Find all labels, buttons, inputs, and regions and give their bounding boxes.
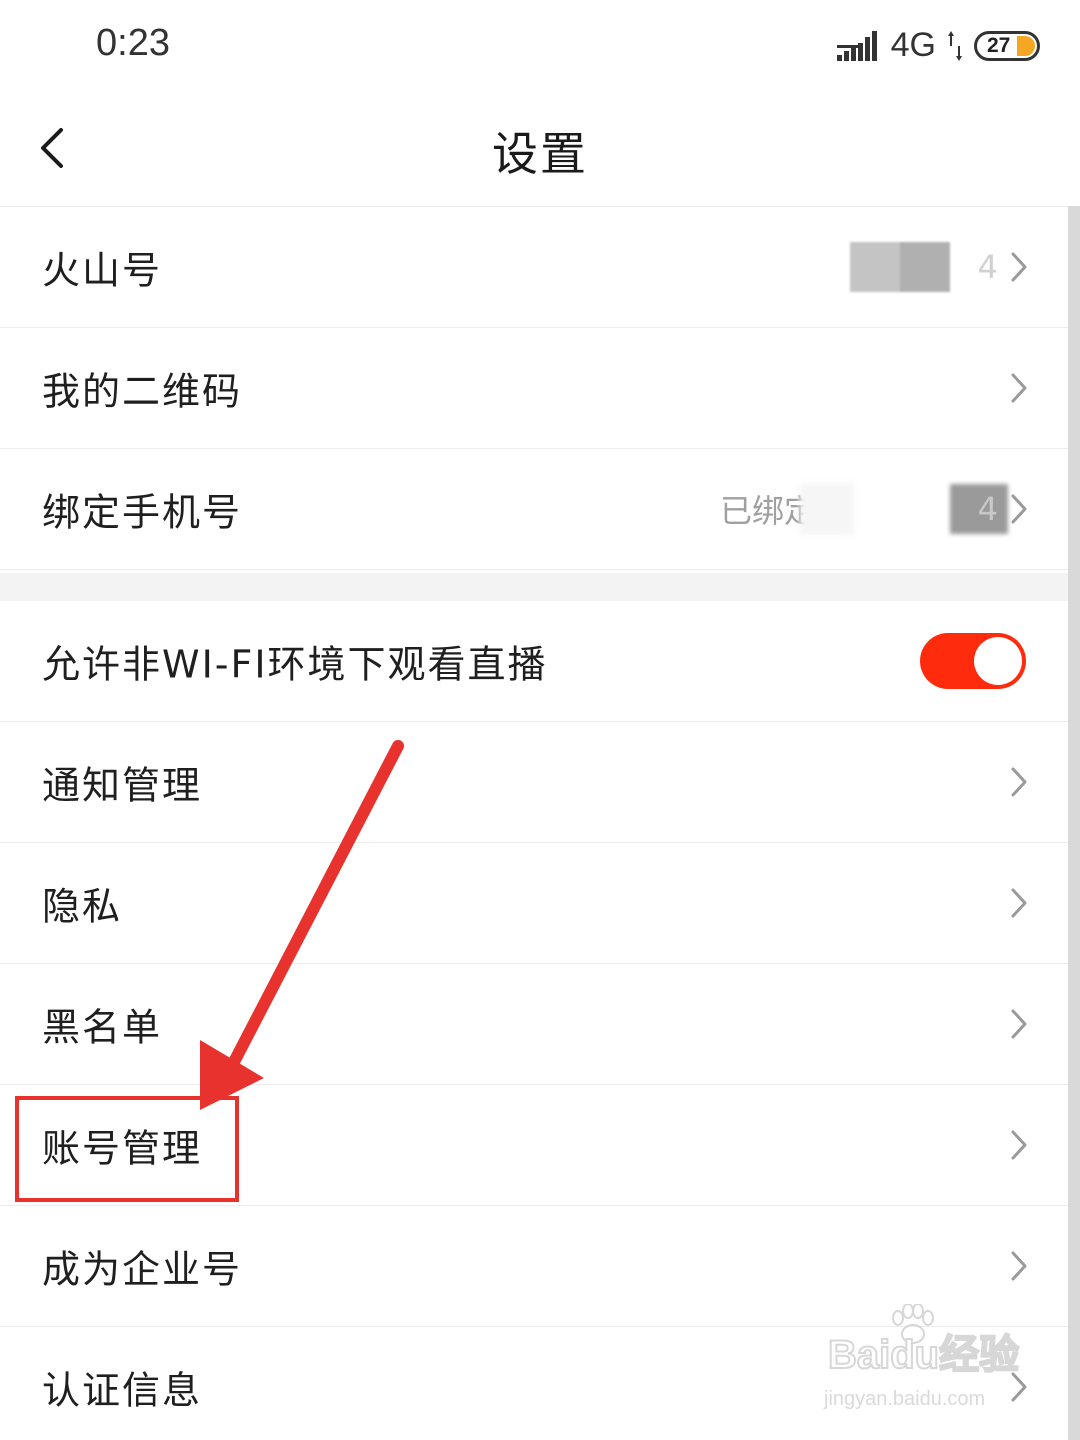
setting-item-huoshan-id[interactable]: 火山号 4 (0, 207, 1068, 328)
toggle-knob (974, 637, 1022, 685)
chevron-right-icon (1011, 373, 1027, 403)
setting-item-label: 我的二维码 (42, 369, 243, 414)
account-info-group: 火山号 4 我的二维码 绑定手机号 已绑定 4 (0, 207, 1068, 570)
chevron-right-icon (1011, 1009, 1027, 1039)
redacted-value (800, 483, 854, 535)
wifi-live-toggle[interactable] (920, 633, 1026, 689)
setting-item-value-tail: 4 (977, 490, 998, 528)
setting-item-blacklist[interactable]: 黑名单 (0, 964, 1068, 1085)
setting-item-bind-phone[interactable]: 绑定手机号 已绑定 4 (0, 449, 1068, 570)
setting-item-label: 成为企业号 (42, 1247, 243, 1292)
nav-header: 设置 (0, 92, 1080, 207)
section-divider (0, 573, 1068, 601)
chevron-right-icon (1011, 767, 1027, 797)
chevron-right-icon (1011, 494, 1027, 524)
battery-level: 27 (987, 34, 1011, 57)
signal-bars-icon (836, 30, 877, 61)
watermark-url: jingyan.baidu.com (824, 1388, 986, 1410)
redacted-value (850, 242, 950, 292)
page-title: 设置 (492, 127, 588, 181)
setting-item-label: 通知管理 (42, 763, 203, 808)
chevron-right-icon (1011, 888, 1027, 918)
settings-screen: 0:23 4G 27 设置 火山号 4 我的二维码 绑定手机号 已绑定 4 允许… (0, 0, 1080, 1440)
setting-item-label: 认证信息 (42, 1368, 203, 1413)
chevron-right-icon (1011, 1130, 1027, 1160)
setting-item-label: 允许非WI-FI环境下观看直播 (42, 642, 548, 687)
status-time: 0:23 (96, 22, 170, 64)
network-type: 4G (890, 26, 936, 64)
setting-item-privacy[interactable]: 隐私 (0, 843, 1068, 964)
setting-item-value-tail: 4 (977, 248, 998, 286)
highlight-box (15, 1096, 239, 1202)
watermark-brand: Baidu经验 (827, 1332, 1020, 1378)
status-indicators: 4G 27 (836, 26, 1040, 65)
setting-item-label: 火山号 (42, 248, 163, 293)
chevron-right-icon (1011, 252, 1027, 282)
setting-item-notifications[interactable]: 通知管理 (0, 722, 1068, 843)
status-bar: 0:23 4G 27 (0, 0, 1080, 92)
setting-item-wifi-live: 允许非WI-FI环境下观看直播 (0, 601, 1068, 722)
setting-item-label: 黑名单 (42, 1005, 163, 1050)
setting-item-label: 隐私 (42, 884, 123, 929)
data-arrows-icon (948, 30, 962, 61)
watermark: Baidu经验 jingyan.baidu.com (824, 1304, 1024, 1422)
scrollbar[interactable] (1068, 206, 1080, 1440)
battery-indicator: 27 (974, 30, 1040, 61)
setting-item-label: 绑定手机号 (42, 490, 243, 535)
chevron-right-icon (1011, 1251, 1027, 1281)
setting-item-my-qrcode[interactable]: 我的二维码 (0, 328, 1068, 449)
battery-fill (1017, 35, 1035, 56)
